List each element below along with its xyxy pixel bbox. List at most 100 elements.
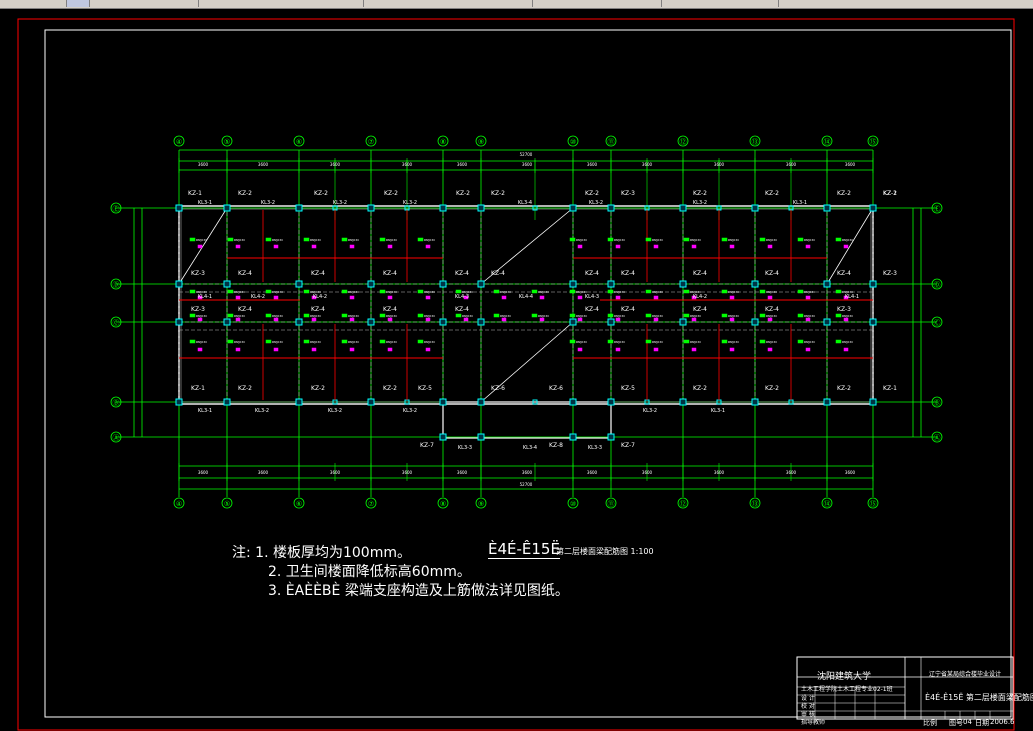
layer-icon-cell[interactable]	[67, 0, 90, 7]
column-6-3	[569, 398, 577, 406]
column-7-1	[607, 280, 615, 288]
rebar-text-608-1: Φ8@150	[614, 290, 625, 294]
axis-label-top-0: ④	[176, 138, 182, 146]
rebar-text-684-2: Φ8@150	[690, 314, 701, 318]
note-line-1: 注: 1. 楼板厚均为100mm。	[232, 545, 411, 561]
column-8-0	[679, 204, 687, 212]
rebar-tag-266-0	[265, 237, 272, 242]
rebar-tag-418-0	[417, 237, 424, 242]
kz-row3-0: KZ-3	[191, 306, 205, 313]
kz-row2-1: KZ-4	[238, 270, 252, 277]
rebar-tag-760-1	[759, 289, 766, 294]
rebar-tag-m-722-3	[729, 347, 735, 352]
kz-top-10: KZ-2	[837, 190, 851, 197]
axis-label-bot-1: ⑤	[224, 500, 230, 508]
rebar-tag-m-798-3	[805, 347, 811, 352]
rebar-tag-342-2	[341, 313, 348, 318]
kz-top-9: KZ-2	[765, 190, 779, 197]
rebar-tag-798-2	[797, 313, 804, 318]
plotstyle-dropdown[interactable]	[666, 0, 779, 7]
kz-row3-7: KZ-4	[693, 306, 707, 313]
kz-bottom-8: KZ-2	[693, 385, 707, 392]
column-9-0	[751, 204, 759, 212]
rebar-tag-456-2	[455, 313, 462, 318]
kz-top-2: KZ-2	[314, 190, 328, 197]
axis-label-right-1: Ⓓ	[934, 281, 941, 289]
dim-text-bot-6: 3600	[587, 470, 598, 475]
rebar-tag-m-304-0	[311, 244, 317, 249]
column-7-2	[607, 318, 615, 326]
rebar-tag-304-3	[303, 339, 310, 344]
column-8-1	[679, 280, 687, 288]
drawing-frames	[17, 18, 1015, 731]
drawing-title: È4É-Ê15Ë	[488, 540, 560, 559]
rebar-text-418-1: Φ8@150	[424, 290, 435, 294]
rebar-text-190-3: Φ8@150	[196, 340, 207, 344]
kz-row2-5: KZ-4	[491, 270, 505, 277]
rebar-text-836-2: Φ8@150	[842, 314, 853, 318]
rebar-text-570-0: Φ8@150	[576, 238, 587, 242]
rebar-text-266-1: Φ8@150	[272, 290, 283, 294]
rebar-tag-m-228-1	[235, 295, 241, 300]
drawing-canvas[interactable]: 3600 3600 3600 3600 3600 3600 3600 3600 3600 3600…	[0, 9, 1033, 731]
axis-label-top-9: ⑬	[752, 138, 759, 146]
rebar-tag-532-2	[531, 313, 538, 318]
kl-mid-2: KL4-2	[313, 294, 327, 300]
rebar-text-646-2: Φ8@150	[652, 314, 663, 318]
column-7-0	[607, 204, 615, 212]
rebar-tag-836-0	[835, 237, 842, 242]
rebar-text-684-3: Φ8@150	[690, 340, 701, 344]
toolbar-cell-1[interactable]	[0, 0, 67, 7]
rebar-tag-m-228-0	[235, 244, 241, 249]
rebar-tag-380-2	[379, 313, 386, 318]
kl-bot-0: KL3-1	[198, 408, 212, 414]
rebar-tag-494-1	[493, 289, 500, 294]
rebar-text-684-0: Φ8@150	[690, 238, 701, 242]
color-dropdown[interactable]	[200, 0, 364, 7]
column-1-2	[223, 318, 231, 326]
rebar-tag-m-798-0	[805, 244, 811, 249]
rebar-tag-m-760-0	[767, 244, 773, 249]
dim-text-bot-1: 3600	[258, 470, 269, 475]
rebar-tag-m-380-0	[387, 244, 393, 249]
rebar-tag-722-0	[721, 237, 728, 242]
kl-top-2: KL3-2	[333, 200, 347, 206]
dim-overall-top-text: 52700	[520, 152, 533, 157]
rebar-tag-684-2	[683, 313, 690, 318]
rebar-tag-494-2	[493, 313, 500, 318]
dim-text-top-0: 3600	[198, 162, 209, 167]
kl-top-6: KL3-2	[693, 200, 707, 206]
rebar-tag-266-3	[265, 339, 272, 344]
rebar-tag-m-570-0	[577, 244, 583, 249]
rebar-tag-418-3	[417, 339, 424, 344]
lineweight-dropdown[interactable]	[533, 0, 662, 7]
rebar-tag-m-646-1	[653, 295, 659, 300]
dim-text-bot-9: 3600	[786, 470, 797, 475]
rebar-tag-m-532-2	[539, 317, 545, 322]
rebar-tag-722-2	[721, 313, 728, 318]
rebar-text-760-1: Φ8@150	[766, 290, 777, 294]
kz-row2-0: KZ-3	[191, 270, 205, 277]
rebar-tag-570-0	[569, 237, 576, 242]
rebar-tag-m-722-1	[729, 295, 735, 300]
toolbar-cell-3[interactable]	[90, 0, 199, 7]
dim-text-top-1: 3600	[258, 162, 269, 167]
rebar-tag-m-494-1	[501, 295, 507, 300]
rebar-tag-m-380-3	[387, 347, 393, 352]
kz-bottom-5: KZ-6	[491, 385, 505, 392]
linetype-dropdown[interactable]	[364, 0, 533, 7]
kz-top-8: KZ-2	[693, 190, 707, 197]
column-stair-0	[439, 433, 447, 441]
kz-row2-2: KZ-4	[311, 270, 325, 277]
tb-school: 沈阳建筑大学	[817, 672, 872, 682]
kz-top-3: KZ-2	[384, 190, 398, 197]
kl-bot-5: KL3-1	[711, 408, 725, 414]
rebar-text-722-2: Φ8@150	[728, 314, 739, 318]
axis-label-left-4: Ⓐ	[113, 434, 120, 442]
kz-row3-2: KZ-4	[311, 306, 325, 313]
column-6-0	[569, 204, 577, 212]
dim-text-bot-0: 3600	[198, 470, 209, 475]
kl-stair-2: KL3-3	[588, 445, 602, 451]
kz-row3-9: KZ-3	[837, 306, 851, 313]
tb-date-label: 日期	[975, 719, 989, 727]
